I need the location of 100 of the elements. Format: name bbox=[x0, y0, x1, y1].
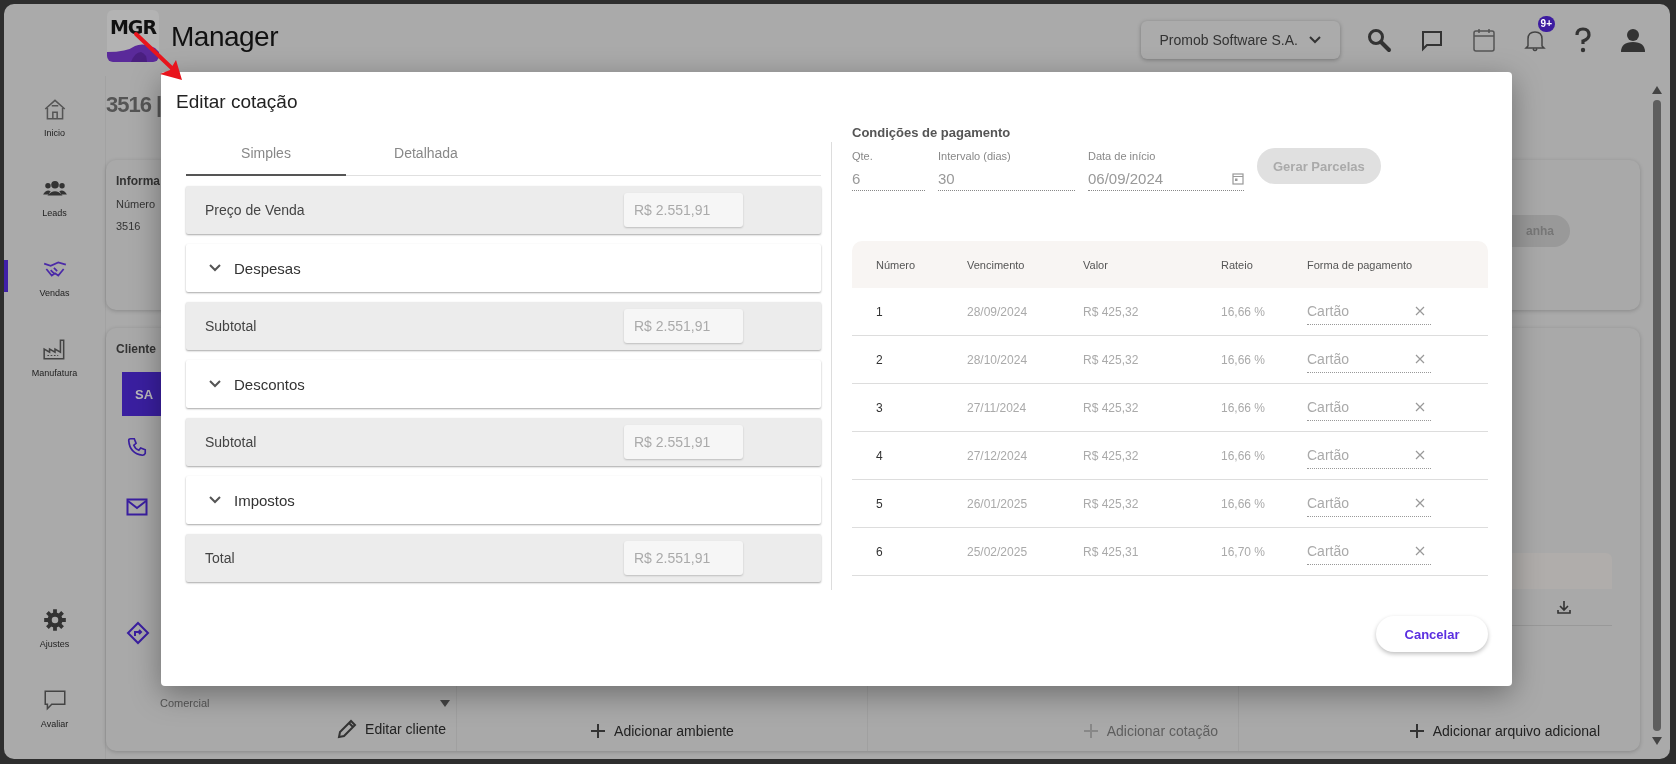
search-icon[interactable] bbox=[1366, 27, 1392, 53]
phone-icon bbox=[126, 436, 148, 458]
expandable-section[interactable]: Descontos bbox=[186, 360, 821, 408]
table-cell-text: 16,66 % bbox=[1221, 352, 1267, 367]
select-field[interactable]: Cartão bbox=[1307, 538, 1431, 565]
table-cell-text: R$ 425,32 bbox=[1083, 304, 1140, 319]
table-cell-text: R$ 425,32 bbox=[1083, 400, 1140, 415]
cancel-button[interactable]: Cancelar bbox=[1376, 616, 1488, 652]
row-label: Subtotal bbox=[205, 318, 257, 334]
table-cell-text: 16,66 % bbox=[1221, 304, 1267, 319]
edit-client-button[interactable]: Editar cliente bbox=[337, 715, 446, 743]
field-label: Data de início bbox=[1088, 150, 1157, 162]
column-header: Valor bbox=[1083, 258, 1109, 271]
row-label: Total bbox=[205, 550, 235, 566]
table-cell-text: 2 bbox=[875, 352, 884, 367]
company-dropdown[interactable]: Promob Software S.A. bbox=[1141, 21, 1340, 59]
field-label: Qte. bbox=[852, 150, 874, 162]
amount-field[interactable]: R$ 2.551,91 bbox=[624, 193, 743, 227]
table-cell-text: R$ 425,31 bbox=[1083, 544, 1140, 559]
calendar-icon[interactable] bbox=[1472, 27, 1496, 53]
clear-icon[interactable] bbox=[1415, 354, 1425, 364]
nav-item[interactable]: Manufatura bbox=[4, 330, 105, 384]
nav-item[interactable]: Inicio bbox=[4, 90, 105, 144]
clear-icon[interactable] bbox=[1415, 306, 1425, 316]
clear-icon[interactable] bbox=[1415, 498, 1425, 508]
table-cell-text: 16,66 % bbox=[1221, 448, 1267, 463]
expandable-section[interactable]: Impostos bbox=[186, 476, 821, 524]
select-field[interactable]: Cartão bbox=[1307, 490, 1431, 517]
tab[interactable]: Simples bbox=[186, 142, 346, 176]
table-cell-text: 3 bbox=[875, 400, 884, 415]
app-name: Manager bbox=[171, 21, 278, 53]
table-cell-text: 1 bbox=[875, 304, 884, 319]
chevron-down-icon bbox=[1308, 35, 1322, 45]
clear-icon[interactable] bbox=[1415, 402, 1425, 412]
table-cell-text: R$ 425,32 bbox=[1083, 496, 1140, 511]
field-value: 3516 bbox=[116, 220, 141, 232]
select-field[interactable]: Cartão bbox=[1307, 346, 1431, 373]
clear-icon[interactable] bbox=[1415, 546, 1425, 556]
select-field[interactable]: Cartão bbox=[1307, 442, 1431, 469]
user-icon[interactable] bbox=[1620, 27, 1646, 53]
field-label: Intervalo (dias) bbox=[938, 150, 1012, 162]
table-cell-text: 26/01/2025 bbox=[967, 496, 1029, 511]
section-title: Condições de pagamento bbox=[852, 124, 1012, 142]
table-cell-text: R$ 425,32 bbox=[1083, 448, 1140, 463]
add-file-button[interactable]: Adicionar arquivo adicional bbox=[1408, 719, 1600, 743]
chevron-down-icon bbox=[208, 263, 222, 273]
scroll-down-icon bbox=[1652, 737, 1662, 745]
scrollbar-thumb[interactable] bbox=[1653, 100, 1661, 731]
input-field[interactable]: 30 bbox=[938, 166, 1075, 191]
nav-item[interactable]: Avaliar bbox=[4, 681, 105, 735]
logo-text: MGR bbox=[109, 15, 157, 38]
route-sign-icon bbox=[126, 621, 150, 645]
chevron-down-icon bbox=[208, 495, 222, 505]
select-field[interactable]: Cartão bbox=[1307, 298, 1431, 325]
notification-badge: 9+ bbox=[1537, 16, 1555, 32]
table-cell-text: 6 bbox=[875, 544, 884, 559]
column-header: Forma de pagamento bbox=[1307, 258, 1414, 271]
table-cell-text: 16,70 % bbox=[1221, 544, 1267, 559]
add-environment-button[interactable]: Adicionar ambiente bbox=[590, 719, 734, 743]
column-header: Rateio bbox=[1221, 258, 1254, 271]
row-label: Subtotal bbox=[205, 434, 257, 450]
scroll-up-icon bbox=[1652, 86, 1662, 94]
nav-item[interactable]: Vendas bbox=[4, 250, 105, 304]
calendar-icon bbox=[1232, 171, 1244, 185]
page-title: 3516 | bbox=[106, 91, 162, 118]
table-cell-text: 27/12/2024 bbox=[967, 448, 1029, 463]
input-field[interactable]: 6 bbox=[852, 166, 925, 191]
chat-icon[interactable] bbox=[1420, 28, 1444, 52]
dropdown-caret-icon bbox=[440, 699, 450, 707]
card-title: Cliente bbox=[116, 342, 156, 356]
logo-wave-drawing bbox=[107, 44, 159, 62]
column-header: Vencimento bbox=[967, 258, 1026, 271]
column-header: Número bbox=[875, 258, 917, 271]
table-cell-text: 5 bbox=[875, 496, 884, 511]
nav-item[interactable]: Ajustes bbox=[4, 601, 105, 655]
expandable-section[interactable]: Despesas bbox=[186, 244, 821, 292]
pencil-icon bbox=[337, 719, 358, 739]
amount-field[interactable]: R$ 2.551,91 bbox=[624, 541, 743, 575]
table-cell-text: 28/09/2024 bbox=[967, 304, 1029, 319]
select-field[interactable]: Comercial bbox=[160, 697, 450, 709]
table-cell-text: 16,66 % bbox=[1221, 400, 1267, 415]
active-indicator bbox=[4, 260, 8, 292]
bell-icon[interactable] bbox=[1524, 28, 1546, 52]
field-label: Número bbox=[116, 198, 156, 210]
gear-icon bbox=[41, 607, 68, 633]
help-icon[interactable] bbox=[1574, 27, 1592, 53]
plus-icon bbox=[590, 723, 607, 739]
amount-field[interactable]: R$ 2.551,91 bbox=[624, 309, 743, 343]
input-field[interactable]: 06/09/2024 bbox=[1088, 166, 1244, 191]
clear-icon[interactable] bbox=[1415, 450, 1425, 460]
select-field[interactable]: Cartão bbox=[1307, 394, 1431, 421]
mail-icon bbox=[126, 498, 148, 516]
nav-item[interactable]: Leads bbox=[4, 170, 105, 224]
card-title: Informa bbox=[116, 174, 160, 188]
amount-field[interactable]: R$ 2.551,91 bbox=[624, 425, 743, 459]
chevron-down-icon bbox=[208, 379, 222, 389]
download-icon[interactable] bbox=[1556, 599, 1572, 615]
table-cell-text: R$ 425,32 bbox=[1083, 352, 1140, 367]
table-cell-text: 28/10/2024 bbox=[967, 352, 1029, 367]
tab[interactable]: Detalhada bbox=[346, 142, 506, 176]
